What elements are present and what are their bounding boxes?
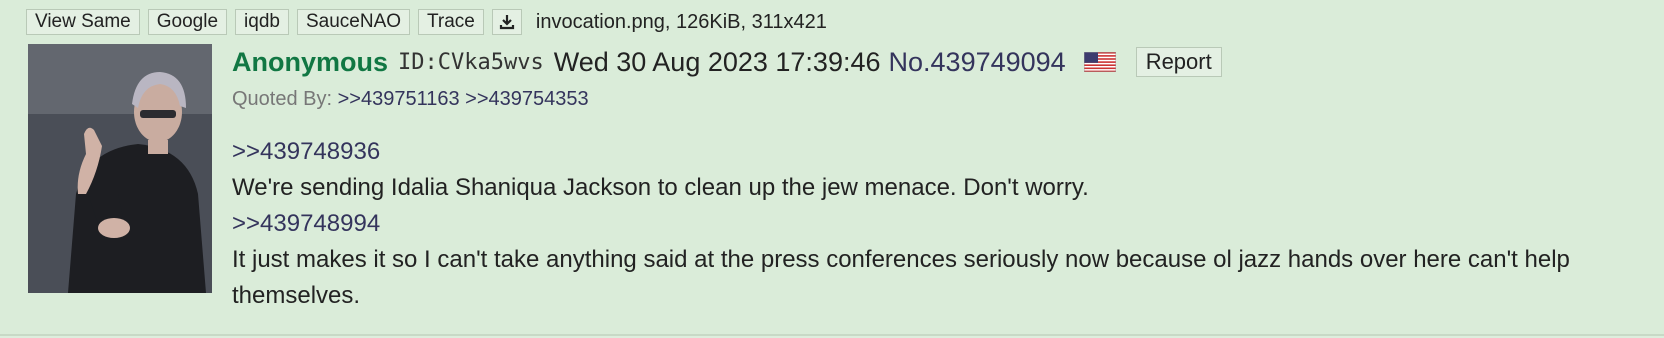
quoted-by: Quoted By: >>439751163 >>439754353: [232, 88, 589, 111]
post-number-link[interactable]: No.439749094: [889, 47, 1066, 78]
image-search-toolbar: View Same Google iqdb SauceNAO Trace inv…: [26, 8, 827, 36]
poster-id[interactable]: ID:CVka5wvs: [398, 50, 544, 75]
us-flag-icon: [1083, 52, 1116, 72]
post-thumbnail-image[interactable]: [28, 44, 212, 293]
poster-name: Anonymous: [232, 46, 389, 77]
post-header: Anonymous ID:CVka5wvs Wed 30 Aug 2023 17…: [232, 45, 1222, 79]
quote-link-2[interactable]: >>439748994: [232, 206, 1642, 242]
file-info-link[interactable]: invocation.png, 126KiB, 311x421: [536, 11, 827, 34]
trace-button[interactable]: Trace: [418, 9, 484, 35]
download-button[interactable]: [491, 9, 522, 35]
quoted-by-label: Quoted By:: [232, 88, 333, 110]
google-button[interactable]: Google: [147, 9, 228, 35]
message-text-2: It just makes it so I can't take anythin…: [232, 246, 1570, 309]
post-container: View Same Google iqdb SauceNAO Trace inv…: [0, 0, 1664, 336]
post-date: Wed 30 Aug 2023 17:39:46: [553, 46, 881, 77]
report-button[interactable]: Report: [1135, 47, 1222, 77]
post-message: >>439748936 We're sending Idalia Shaniqu…: [232, 134, 1642, 314]
iqdb-button[interactable]: iqdb: [235, 9, 289, 35]
quoted-by-link-2[interactable]: >>439754353: [465, 88, 588, 110]
quote-link-1[interactable]: >>439748936: [232, 134, 1642, 170]
quoted-by-link-1[interactable]: >>439751163: [338, 88, 460, 110]
message-text-1: We're sending Idalia Shaniqua Jackson to…: [232, 174, 1089, 201]
view-same-button[interactable]: View Same: [26, 9, 140, 35]
download-icon: [499, 15, 514, 30]
saucenao-button[interactable]: SauceNAO: [296, 9, 411, 35]
